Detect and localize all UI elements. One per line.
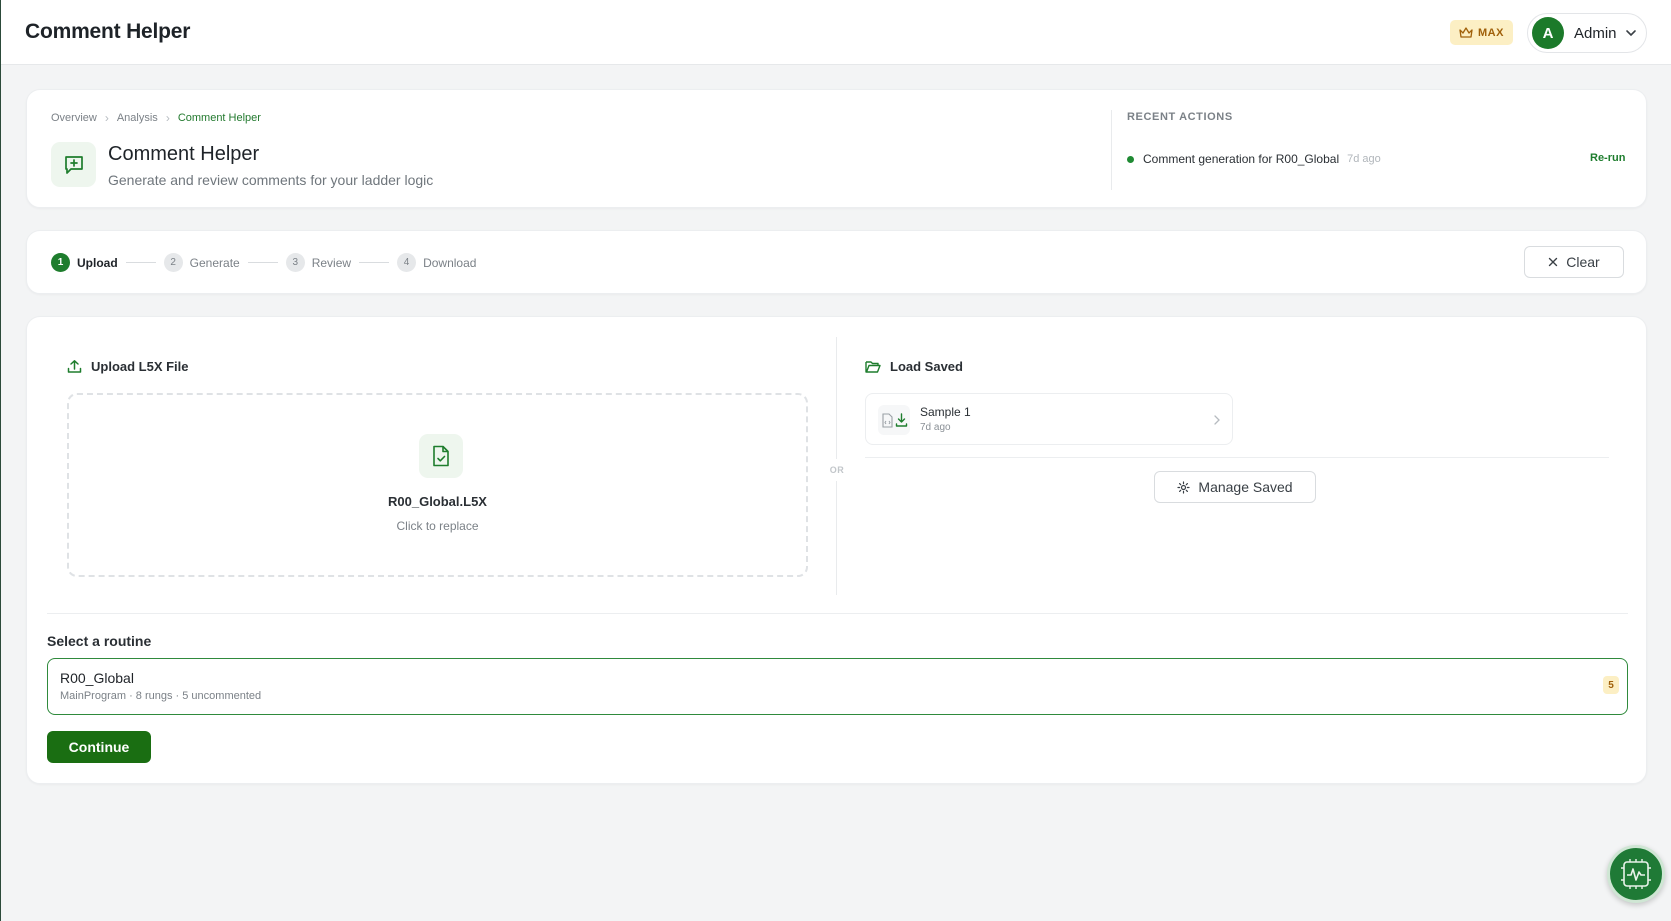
upload-icon (67, 360, 82, 373)
routine-select-label: Select a routine (47, 633, 152, 649)
upload-card: Upload L5X File R00_Global.L5X Click to … (26, 316, 1647, 784)
step-review[interactable]: 3 Review (285, 253, 352, 272)
breadcrumb-overview[interactable]: Overview (51, 112, 97, 124)
plan-badge-label: MAX (1478, 26, 1504, 39)
step-download[interactable]: 4 Download (397, 253, 476, 272)
uncommented-count-badge: 5 (1603, 676, 1619, 694)
top-bar: Comment Helper MAX A Admin (1, 0, 1671, 65)
stepper: 1 Upload 2 Generate 3 Review 4 Download (51, 253, 476, 272)
step-label: Review (311, 255, 352, 270)
clear-button[interactable]: Clear (1524, 246, 1624, 278)
manage-saved-button[interactable]: Manage Saved (1154, 471, 1316, 503)
page-header-card: Overview › Analysis › Comment Helper Com… (26, 89, 1647, 208)
saved-file-item[interactable]: Sample 1 7d ago (865, 393, 1233, 445)
upload-section-title: Upload L5X File (67, 359, 189, 374)
rerun-link[interactable]: Re-run (1590, 152, 1625, 164)
page-title: Comment Helper (108, 143, 260, 165)
stepper-card: 1 Upload 2 Generate 3 Review 4 Download … (26, 230, 1647, 294)
manage-saved-label: Manage Saved (1198, 479, 1293, 495)
uploaded-file-name: R00_Global.L5X (388, 494, 487, 509)
or-divider-label: OR (827, 459, 847, 481)
folder-open-icon (865, 360, 881, 373)
saved-file-time: 7d ago (920, 422, 951, 433)
step-label: Generate (189, 255, 240, 270)
comment-plus-icon (51, 142, 96, 187)
chevron-right-icon (1214, 415, 1220, 425)
breadcrumb-separator-icon: › (165, 111, 170, 125)
breadcrumb: Overview › Analysis › Comment Helper (51, 111, 261, 125)
breadcrumb-current: Comment Helper (177, 112, 261, 124)
file-code-download-icon (878, 405, 910, 435)
step-connector (247, 262, 278, 263)
crown-icon (1459, 26, 1473, 38)
step-connector (125, 262, 156, 263)
step-label: Download (423, 255, 477, 270)
step-number: 1 (51, 253, 70, 272)
assistant-chip-icon[interactable] (1607, 845, 1665, 903)
recent-action-time: 7d ago (1347, 153, 1381, 165)
status-dot-icon (1127, 155, 1134, 163)
routine-name: R00_Global (60, 670, 134, 686)
step-number: 4 (397, 253, 417, 272)
step-number: 3 (285, 253, 305, 272)
dropzone-hint: Click to replace (396, 519, 479, 533)
load-saved-label: Load Saved (890, 359, 963, 374)
section-separator (47, 613, 1628, 614)
file-dropzone[interactable]: R00_Global.L5X Click to replace (67, 393, 808, 577)
breadcrumb-separator-icon: › (104, 111, 109, 125)
upload-section-label: Upload L5X File (91, 359, 189, 374)
clear-button-label: Clear (1566, 254, 1600, 270)
step-label: Upload (77, 255, 118, 270)
step-upload[interactable]: 1 Upload (51, 253, 118, 272)
step-number: 2 (163, 253, 183, 272)
step-connector (359, 262, 390, 263)
saved-file-name: Sample 1 (920, 405, 971, 419)
recent-action-item: Comment generation for R00_Global 7d ago (1127, 152, 1381, 166)
avatar: A (1532, 17, 1564, 49)
load-saved-title: Load Saved (865, 359, 963, 374)
gear-icon (1177, 480, 1191, 494)
step-generate[interactable]: 2 Generate (163, 253, 240, 272)
recent-action-text: Comment generation for R00_Global (1143, 152, 1340, 166)
header-divider (1111, 110, 1112, 190)
close-icon (1549, 257, 1558, 267)
user-name: Admin (1574, 24, 1617, 42)
breadcrumb-analysis[interactable]: Analysis (117, 112, 158, 124)
chevron-down-icon (1625, 30, 1636, 37)
app-title: Comment Helper (25, 20, 191, 43)
routine-option-selected[interactable]: R00_Global MainProgram · 8 rungs · 5 unc… (47, 658, 1628, 715)
recent-actions-heading: RECENT ACTIONS (1127, 111, 1233, 123)
file-check-icon (419, 434, 463, 478)
plan-badge: MAX (1450, 20, 1513, 45)
continue-button[interactable]: Continue (47, 731, 151, 763)
load-saved-separator (865, 457, 1609, 458)
page-subtitle: Generate and review comments for your la… (108, 172, 434, 188)
user-menu-button[interactable]: A Admin (1527, 13, 1647, 53)
routine-meta: MainProgram · 8 rungs · 5 uncommented (60, 690, 262, 702)
